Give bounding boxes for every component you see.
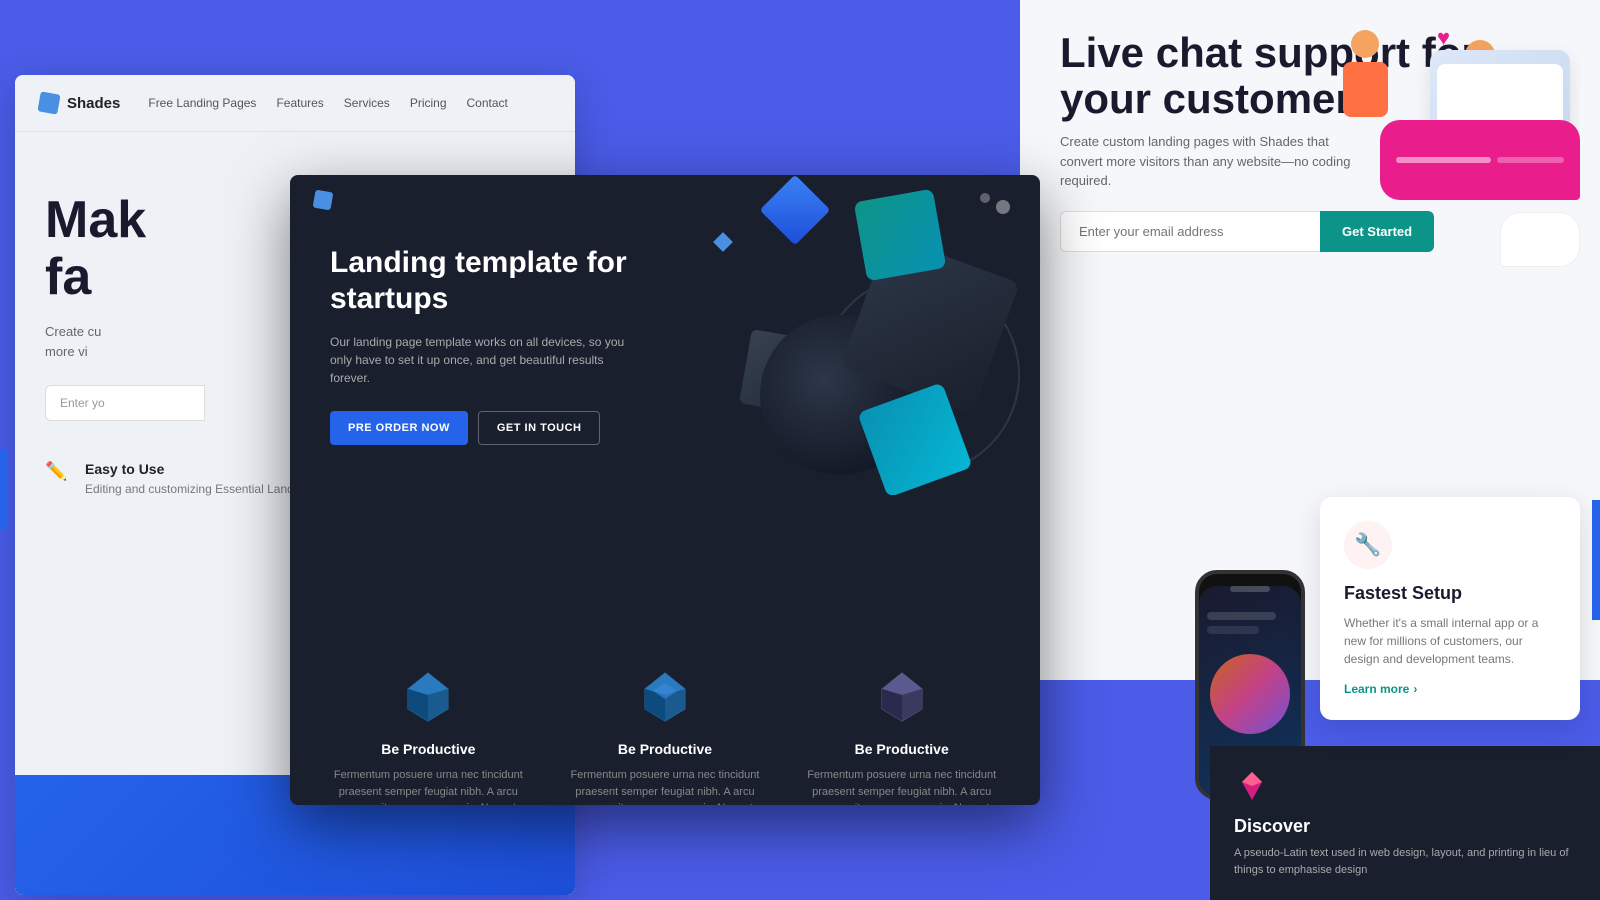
heart-icon: ♥ [1437, 25, 1450, 51]
left-email-input[interactable]: Enter yo [45, 385, 205, 421]
chat-bubble-pink [1380, 120, 1580, 200]
phone-line-2 [1207, 626, 1259, 634]
dot-1 [996, 200, 1010, 214]
pre-order-button[interactable]: PRE ORDER NOW [330, 411, 468, 445]
feature-desc-3: Fermentum posuere urna nec tincidunt pra… [799, 767, 1004, 805]
center-hero-content: Landing template for startups Our landin… [290, 225, 1040, 465]
logo-text: Shades [67, 95, 120, 112]
pencil-icon: ✏️ [45, 461, 73, 489]
card-desc: Whether it's a small internal app or a n… [1344, 614, 1556, 668]
feature-icon-1 [396, 665, 460, 729]
chat-line-2 [1497, 157, 1564, 163]
features-grid: Be Productive Fermentum posuere urna nec… [290, 645, 1040, 805]
card-title: Fastest Setup [1344, 583, 1556, 604]
center-btn-row: PRE ORDER NOW GET IN TOUCH [330, 411, 1000, 445]
nav-link-3[interactable]: Services [344, 96, 390, 110]
card-icon: 🔧 [1344, 521, 1392, 569]
feature-title-3: Be Productive [799, 741, 1004, 757]
card-learn-more-link[interactable]: Learn more › [1344, 682, 1556, 696]
char2-head [1351, 30, 1379, 58]
char2-body [1343, 62, 1388, 117]
get-in-touch-button[interactable]: GET IN TOUCH [478, 411, 601, 445]
left-logo: Shades [39, 93, 120, 113]
wrench-icon: 🔧 [1354, 532, 1381, 558]
chat-lines [1396, 157, 1564, 163]
chat-bubble-light [1500, 212, 1580, 267]
center-hero-subtitle: Our landing page template works on all d… [330, 333, 630, 387]
feature-item-1: Be Productive Fermentum posuere urna nec… [310, 645, 547, 805]
feature-item-2: Be Productive Fermentum posuere urna nec… [547, 645, 784, 805]
center-hero-title: Landing template for startups [330, 245, 680, 317]
phone-notch [1230, 586, 1270, 592]
nav-link-2[interactable]: Features [276, 96, 323, 110]
discover-icon [1234, 768, 1270, 804]
card-panel: 🔧 Fastest Setup Whether it's a small int… [1320, 497, 1580, 720]
phone-content [1207, 612, 1293, 634]
left-nav-links: Free Landing Pages Features Services Pri… [148, 96, 508, 110]
left-hero-subtitle: Create cumore vi [45, 322, 325, 361]
feature-title-2: Be Productive [563, 741, 768, 757]
feature-icon-2 [633, 665, 697, 729]
center-panel: Landing template for startups Our landin… [290, 175, 1040, 805]
nav-link-5[interactable]: Contact [467, 96, 508, 110]
center-logo-icon [313, 190, 334, 211]
feature-item-3: Be Productive Fermentum posuere urna nec… [783, 645, 1020, 805]
chat-line-1 [1396, 157, 1491, 163]
dot-2 [980, 193, 990, 203]
discover-section: Discover A pseudo-Latin text used in web… [1210, 746, 1600, 900]
learn-more-text: Learn more [1344, 682, 1409, 696]
discover-title: Discover [1234, 816, 1576, 837]
blue-accent-bar-left [0, 450, 8, 530]
blue-accent-bar-right [1592, 500, 1600, 620]
chat-bubbles [1380, 120, 1580, 267]
phone-line-1 [1207, 612, 1276, 620]
feature-desc-1: Fermentum posuere urna nec tincidunt pra… [326, 767, 531, 805]
feature-icon-3 [870, 665, 934, 729]
feature-title-1: Be Productive [326, 741, 531, 757]
phone-circle-gradient [1210, 654, 1290, 734]
feature-desc-2: Fermentum posuere urna nec tincidunt pra… [563, 767, 768, 805]
logo-icon [37, 91, 60, 114]
nav-link-1[interactable]: Free Landing Pages [148, 96, 256, 110]
discover-text: A pseudo-Latin text used in web design, … [1234, 845, 1576, 878]
arrow-right-icon: › [1413, 682, 1417, 696]
left-nav: Shades Free Landing Pages Features Servi… [15, 75, 575, 132]
nav-link-4[interactable]: Pricing [410, 96, 447, 110]
